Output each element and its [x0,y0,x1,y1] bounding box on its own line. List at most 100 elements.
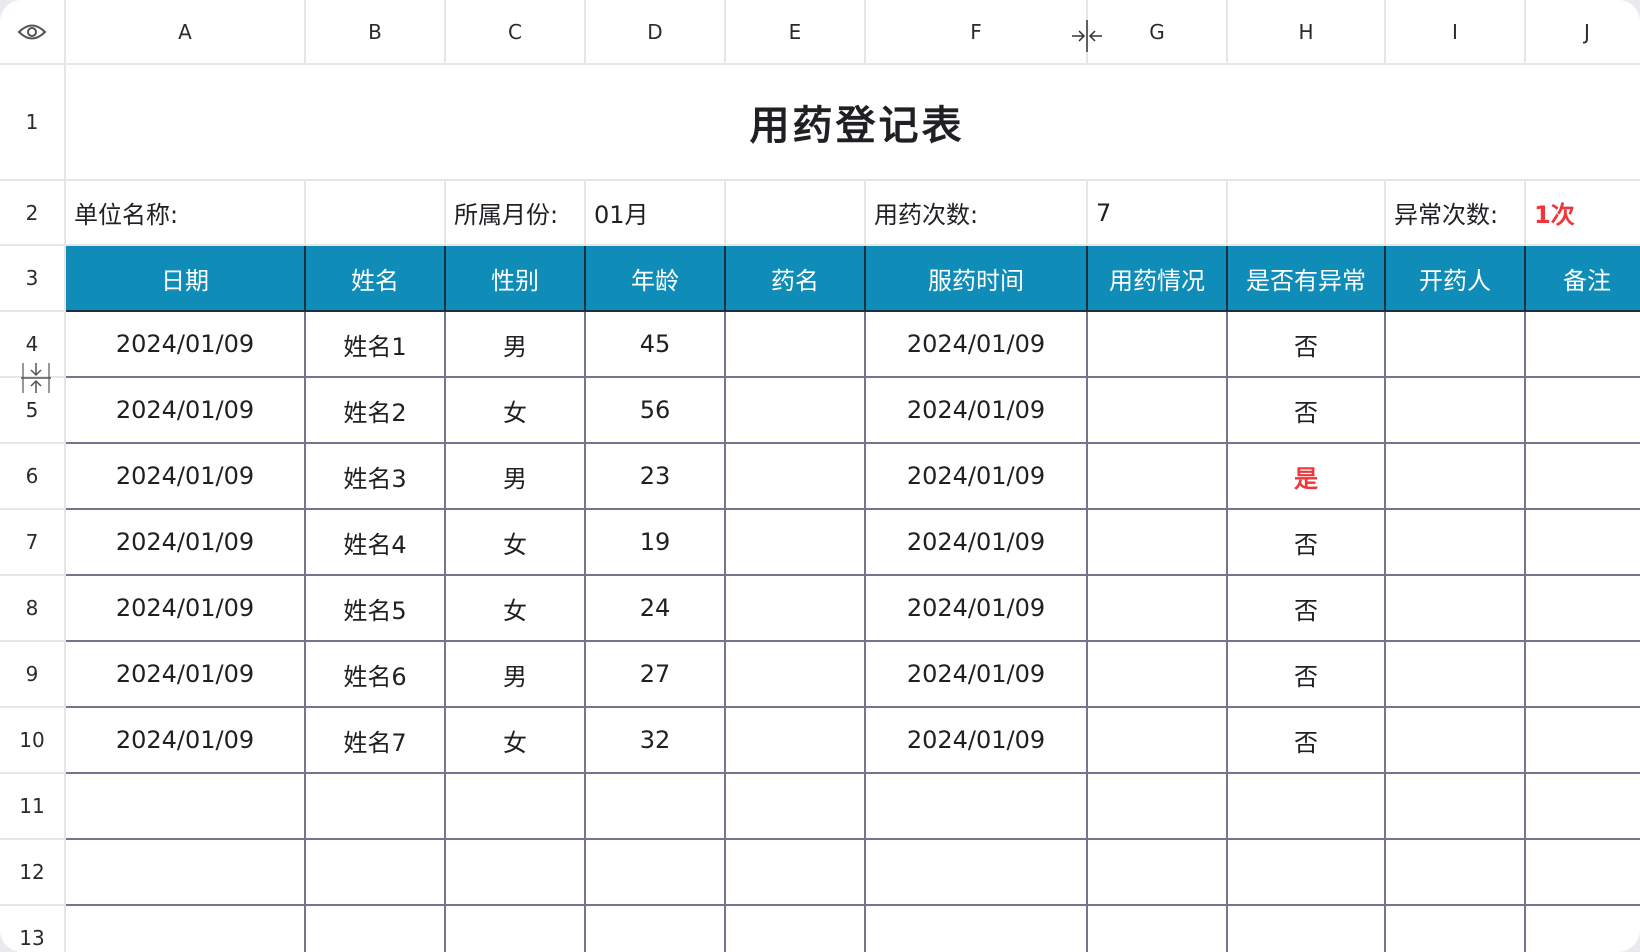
empty-cell[interactable] [1228,906,1386,952]
unit-name-value[interactable] [306,181,446,246]
table-cell-age[interactable]: 45 [586,312,726,378]
empty-cell[interactable] [66,906,306,952]
empty-cell[interactable] [1228,840,1386,906]
table-cell-prescriber[interactable] [1386,312,1526,378]
table-cell-note[interactable] [1526,576,1640,642]
table-header-cell[interactable]: 开药人 [1386,246,1526,312]
column-header-c[interactable]: C [446,0,586,65]
table-cell-note[interactable] [1526,510,1640,576]
table-cell-prescriber[interactable] [1386,510,1526,576]
table-cell-abnormal[interactable]: 是 [1228,444,1386,510]
table-cell-prescriber[interactable] [1386,642,1526,708]
table-cell-name[interactable]: 姓名1 [306,312,446,378]
table-header-cell[interactable]: 年龄 [586,246,726,312]
table-cell-name[interactable]: 姓名2 [306,378,446,444]
table-cell-date[interactable]: 2024/01/09 [66,576,306,642]
empty-cell[interactable] [1386,840,1526,906]
empty-cell[interactable] [586,840,726,906]
table-cell-time[interactable]: 2024/01/09 [866,510,1088,576]
table-cell-prescriber[interactable] [1386,378,1526,444]
table-cell-name[interactable]: 姓名5 [306,576,446,642]
empty-cell[interactable] [446,840,586,906]
table-cell-status[interactable] [1088,708,1228,774]
row-header-6[interactable]: 6 [0,444,66,510]
empty-cell[interactable] [866,840,1088,906]
empty-cell[interactable] [1088,774,1228,840]
empty-cell[interactable] [1386,906,1526,952]
empty-cell[interactable] [1088,906,1228,952]
table-header-cell[interactable]: 性别 [446,246,586,312]
empty-cell[interactable] [866,774,1088,840]
row-header-9[interactable]: 9 [0,642,66,708]
column-header-d[interactable]: D [586,0,726,65]
table-cell-name[interactable]: 姓名3 [306,444,446,510]
row-header-8[interactable]: 8 [0,576,66,642]
row-header-10[interactable]: 10 [0,708,66,774]
table-cell-abnormal[interactable]: 否 [1228,708,1386,774]
row-header-11[interactable]: 11 [0,774,66,840]
table-cell-age[interactable]: 23 [586,444,726,510]
info-empty-cell[interactable] [1228,181,1386,246]
empty-cell[interactable] [446,774,586,840]
table-cell-prescriber[interactable] [1386,444,1526,510]
table-cell-status[interactable] [1088,576,1228,642]
row-header-7[interactable]: 7 [0,510,66,576]
empty-cell[interactable] [1386,774,1526,840]
column-header-e[interactable]: E [726,0,866,65]
table-cell-status[interactable] [1088,510,1228,576]
table-cell-gender[interactable]: 女 [446,576,586,642]
empty-cell[interactable] [306,774,446,840]
table-cell-status[interactable] [1088,378,1228,444]
table-cell-drug[interactable] [726,642,866,708]
table-cell-date[interactable]: 2024/01/09 [66,312,306,378]
table-cell-prescriber[interactable] [1386,576,1526,642]
unit-name-label[interactable]: 单位名称: [66,181,306,246]
table-cell-time[interactable]: 2024/01/09 [866,642,1088,708]
empty-cell[interactable] [586,774,726,840]
table-cell-drug[interactable] [726,510,866,576]
column-header-f[interactable]: F [866,0,1088,65]
table-cell-date[interactable]: 2024/01/09 [66,708,306,774]
table-cell-abnormal[interactable]: 否 [1228,576,1386,642]
empty-cell[interactable] [66,840,306,906]
table-cell-name[interactable]: 姓名7 [306,708,446,774]
table-header-cell[interactable]: 服药时间 [866,246,1088,312]
select-all-corner[interactable] [0,0,66,65]
table-cell-time[interactable]: 2024/01/09 [866,708,1088,774]
table-cell-note[interactable] [1526,378,1640,444]
empty-cell[interactable] [1526,774,1640,840]
table-header-cell[interactable]: 用药情况 [1088,246,1228,312]
table-cell-time[interactable]: 2024/01/09 [866,444,1088,510]
table-cell-name[interactable]: 姓名6 [306,642,446,708]
empty-cell[interactable] [1088,840,1228,906]
table-cell-age[interactable]: 27 [586,642,726,708]
table-cell-time[interactable]: 2024/01/09 [866,378,1088,444]
column-header-h[interactable]: H [1228,0,1386,65]
table-cell-prescriber[interactable] [1386,708,1526,774]
table-cell-abnormal[interactable]: 否 [1228,378,1386,444]
table-header-cell[interactable]: 日期 [66,246,306,312]
table-cell-drug[interactable] [726,708,866,774]
table-cell-time[interactable]: 2024/01/09 [866,312,1088,378]
column-header-b[interactable]: B [306,0,446,65]
month-label[interactable]: 所属月份: [446,181,586,246]
empty-cell[interactable] [1526,906,1640,952]
row-header-12[interactable]: 12 [0,840,66,906]
table-cell-abnormal[interactable]: 否 [1228,510,1386,576]
empty-cell[interactable] [446,906,586,952]
empty-cell[interactable] [1228,774,1386,840]
abnormal-count-value[interactable]: 1次 [1526,181,1640,246]
table-cell-age[interactable]: 24 [586,576,726,642]
empty-cell[interactable] [866,906,1088,952]
empty-cell[interactable] [726,774,866,840]
table-cell-drug[interactable] [726,312,866,378]
table-cell-gender[interactable]: 男 [446,642,586,708]
sheet-title[interactable]: 用药登记表 [66,65,1640,181]
table-cell-name[interactable]: 姓名4 [306,510,446,576]
table-cell-status[interactable] [1088,444,1228,510]
row-header-13[interactable]: 13 [0,906,66,952]
empty-cell[interactable] [726,906,866,952]
table-cell-age[interactable]: 32 [586,708,726,774]
table-cell-date[interactable]: 2024/01/09 [66,378,306,444]
table-cell-gender[interactable]: 女 [446,708,586,774]
